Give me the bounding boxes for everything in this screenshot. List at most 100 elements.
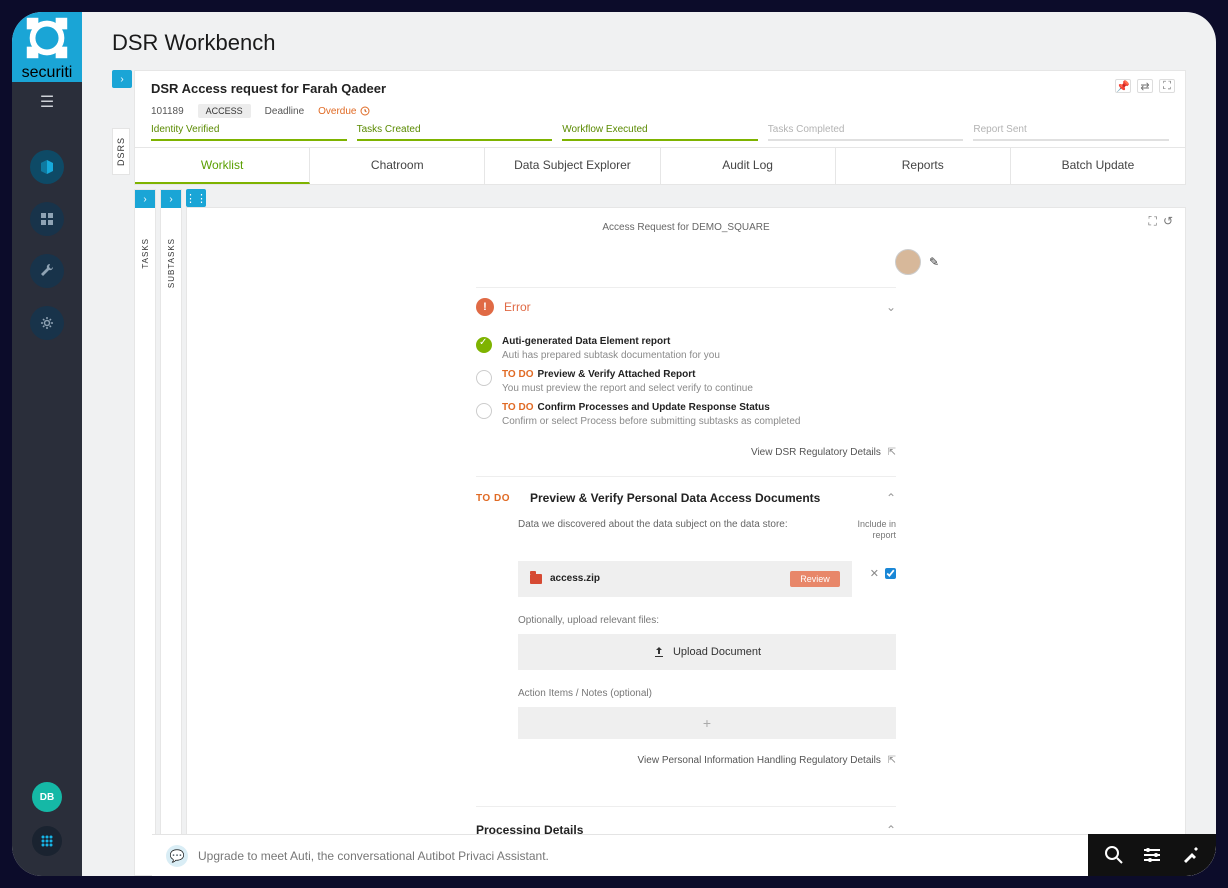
expand-icon[interactable]: ⛶ [1159, 79, 1175, 93]
error-icon: ! [476, 298, 494, 316]
tab-chatroom[interactable]: Chatroom [310, 148, 485, 184]
todo-tag: TO DO [502, 369, 533, 380]
expand-dsrs-button[interactable]: › [112, 70, 132, 88]
sidebar-bottom: DB [32, 782, 62, 876]
chat-icon[interactable]: 💬 [166, 845, 188, 867]
tab-data-subject-explorer[interactable]: Data Subject Explorer [485, 148, 660, 184]
step-item: TO DOPreview & Verify Attached ReportYou… [476, 365, 896, 398]
workbench: › DSRS DSR Access request for Farah Qade… [82, 70, 1216, 876]
chevron-up-icon[interactable]: ⌃ [886, 491, 896, 505]
brand-name: securiti [22, 64, 73, 82]
phase-bar: Identity Verified Tasks Created Workflow E… [151, 124, 1169, 141]
step-body: TO DOConfirm Processes and Update Respon… [502, 402, 800, 427]
error-accordion[interactable]: ! Error ⌄ [476, 287, 896, 326]
search-icon[interactable] [1104, 845, 1124, 865]
step-item: TO DOConfirm Processes and Update Respon… [476, 398, 896, 431]
history-icon[interactable]: ↺ [1163, 214, 1173, 229]
remove-file-icon[interactable]: ✕ [870, 567, 879, 580]
content-column: DSR Access request for Farah Qadeer 📌 ⇄ … [134, 70, 1216, 876]
menu-toggle-icon[interactable]: ☰ [40, 92, 54, 112]
step-title: TO DOConfirm Processes and Update Respon… [502, 402, 800, 413]
step-subtitle: Auti has prepared subtask documentation … [502, 350, 720, 361]
grid-icon [40, 212, 54, 226]
page-title: DSR Workbench [82, 12, 1216, 70]
share-icon[interactable]: ⇄ [1137, 79, 1153, 93]
phase-tasks-completed: Tasks Completed [768, 124, 964, 141]
external-link-icon: ⇱ [888, 447, 896, 458]
tasks-rail: › TASKS [134, 189, 156, 876]
brand-logo-icon [21, 12, 73, 64]
assignee-avatar[interactable] [895, 249, 921, 275]
discovered-label: Data we discovered about the data subjec… [518, 519, 788, 530]
assignee-row: ✎ [203, 249, 1169, 275]
preview-section-title: Preview & Verify Personal Data Access Do… [530, 491, 820, 505]
file-row: access.zip Review [518, 561, 852, 597]
step-title: Auti-generated Data Element report [502, 336, 720, 347]
error-label: Error [504, 300, 531, 314]
step-subtitle: Confirm or select Process before submitt… [502, 416, 800, 427]
nav-item-tools[interactable] [30, 254, 64, 288]
edit-assignee-icon[interactable]: ✎ [929, 255, 939, 269]
request-header-actions: 📌 ⇄ ⛶ [1115, 79, 1175, 93]
step-list: Auti-generated Data Element report Auti h… [476, 326, 896, 437]
request-meta: 101189 ACCESS Deadline Overdue [151, 104, 1169, 118]
left-sidebar: securiti ☰ DB [12, 12, 82, 876]
nav-item-data[interactable] [30, 202, 64, 236]
regulatory-link-row: View DSR Regulatory Details ⇱ [476, 437, 896, 468]
chevron-down-icon[interactable]: ⌄ [886, 300, 896, 314]
main-area: DSR Workbench › DSRS DSR Access request … [82, 12, 1216, 876]
step-item: Auti-generated Data Element report Auti h… [476, 332, 896, 365]
expand-subtasks-button[interactable]: › [161, 190, 181, 208]
deadline-status-text: Overdue [318, 106, 356, 117]
preview-section-header[interactable]: TO DO Preview & Verify Personal Data Acc… [476, 491, 896, 505]
dsrs-rail-label: DSRS [112, 128, 130, 175]
view-pi-regulatory-link[interactable]: View Personal Information Handling Regul… [638, 755, 881, 766]
gear-icon [40, 316, 54, 330]
include-label: Include in report [857, 519, 896, 541]
external-link-icon: ⇱ [888, 755, 896, 766]
check-circle-icon [476, 337, 492, 353]
phase-report-sent: Report Sent [973, 124, 1169, 141]
review-button[interactable]: Review [790, 571, 840, 587]
access-request-title: Access Request for DEMO_SQUARE [203, 222, 1169, 233]
build-icon[interactable] [1180, 845, 1200, 865]
nav-item-settings[interactable] [30, 306, 64, 340]
worklist-body: ⛶ ↺ Access Request for DEMO_SQUARE ✎ ! [186, 207, 1186, 876]
view-dsr-regulatory-link[interactable]: View DSR Regulatory Details [751, 447, 881, 458]
app-switcher-icon[interactable] [32, 826, 62, 856]
request-title: DSR Access request for Farah Qadeer [151, 81, 1169, 96]
tab-batch-update[interactable]: Batch Update [1011, 148, 1185, 184]
step-body: Auti-generated Data Element report Auti h… [502, 336, 720, 361]
notes-input[interactable]: + [518, 707, 896, 739]
phase-tasks-created: Tasks Created [357, 124, 553, 141]
processing-section[interactable]: Processing Details ⌃ [476, 806, 896, 837]
nav-sidebar: ☰ DB [12, 82, 82, 876]
include-checkbox[interactable] [885, 568, 896, 579]
deadline-label: Deadline [265, 106, 304, 117]
phase-workflow-executed: Workflow Executed [562, 124, 758, 141]
include-label-2: report [872, 530, 896, 540]
nav-item-dsr[interactable] [30, 150, 64, 184]
upload-button[interactable]: Upload Document [518, 634, 896, 670]
brand-box: securiti [12, 12, 82, 82]
todo-tag: TO DO [476, 493, 510, 504]
tab-audit-log[interactable]: Audit Log [661, 148, 836, 184]
file-name: access.zip [550, 573, 600, 584]
pin-icon[interactable]: 📌 [1115, 79, 1131, 93]
subtasks-rail: › SUBTASKS [160, 189, 182, 876]
request-id: 101189 [151, 106, 184, 117]
request-card: DSR Access request for Farah Qadeer 📌 ⇄ … [134, 70, 1186, 148]
expand-tasks-button[interactable]: › [135, 190, 155, 208]
fullscreen-icon[interactable]: ⛶ [1149, 214, 1157, 229]
body-actions: ⛶ ↺ [1149, 214, 1173, 229]
tab-reports[interactable]: Reports [836, 148, 1011, 184]
phase-identity-verified: Identity Verified [151, 124, 347, 141]
drag-handle-icon[interactable]: ⋮⋮ [186, 189, 206, 207]
subtasks-rail-label: SUBTASKS [167, 238, 176, 288]
filter-icon[interactable] [1142, 845, 1162, 865]
app-frame: securiti ☰ DB DSR Work [12, 12, 1216, 876]
upload-button-label: Upload Document [673, 646, 761, 658]
tab-worklist[interactable]: Worklist [135, 148, 310, 184]
user-avatar[interactable]: DB [32, 782, 62, 812]
upload-hint: Optionally, upload relevant files: [518, 615, 896, 626]
